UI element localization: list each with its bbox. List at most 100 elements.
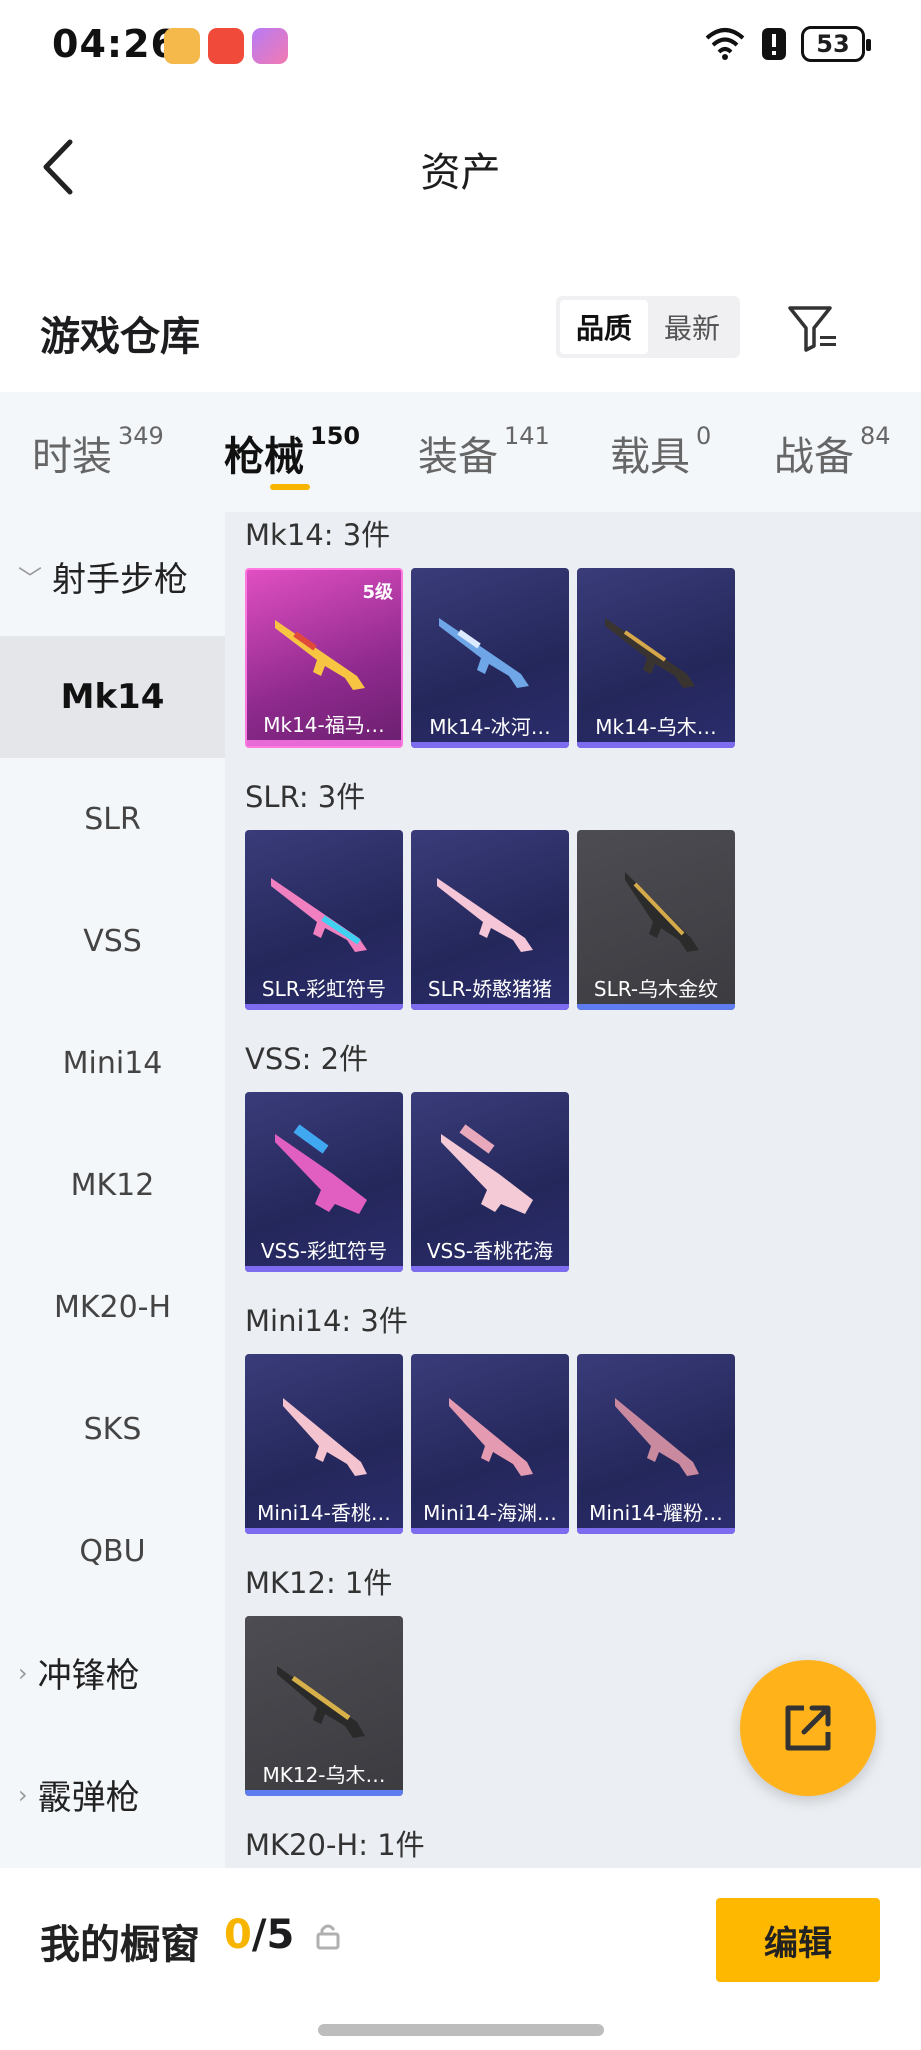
sidebar-item-slr[interactable]: SLR: [0, 758, 225, 880]
sort-newest[interactable]: 最新: [648, 300, 736, 354]
sort-quality[interactable]: 品质: [560, 300, 648, 354]
rarity-bar: [245, 1528, 403, 1534]
alert-icon: [762, 28, 786, 60]
wifi-icon: [705, 28, 745, 60]
tab-fashion[interactable]: 时装 349: [32, 422, 164, 482]
tab-label: 战备: [774, 434, 854, 480]
sort-toggle: 品质 最新: [556, 296, 740, 358]
category-tabs: 时装 349 枪械 150 装备 141 载具 0 战备 84: [0, 392, 921, 512]
rarity-bar: [245, 1790, 403, 1796]
section-label-slr: SLR: 3件: [245, 780, 366, 814]
sidebar-item-mk14[interactable]: Mk14: [0, 636, 225, 758]
tab-active-indicator: [270, 484, 310, 490]
weapon-name: Mk14-福马…: [263, 713, 385, 737]
rifle-icon: [625, 872, 699, 952]
weapon-card[interactable]: Mini14-海渊…: [411, 1354, 569, 1534]
weapon-card[interactable]: VSS-香桃花海: [411, 1092, 569, 1272]
rifle-icon: [275, 1124, 367, 1214]
level-badge: 5级: [362, 582, 393, 603]
home-indicator[interactable]: [318, 2024, 604, 2036]
weapon-card[interactable]: SLR-乌木金纹: [577, 830, 735, 1010]
warehouse-header: 游戏仓库 品质 最新: [0, 280, 921, 380]
weapon-card[interactable]: VSS-彩虹符号: [245, 1092, 403, 1272]
weapon-name: Mini14-耀粉…: [589, 1501, 723, 1525]
weapon-name: MK12-乌木…: [262, 1763, 386, 1787]
sidebar-group-label: 冲锋枪: [37, 1656, 140, 1696]
section-label-mini14: Mini14: 3件: [245, 1304, 408, 1338]
showcase-bar: 我的橱窗 0/5 编辑: [0, 1868, 921, 2050]
rifle-icon: [605, 618, 695, 688]
sidebar-item-mk12[interactable]: MK12: [0, 1124, 225, 1246]
weapon-card[interactable]: 5级 Mk14-福马…: [245, 568, 403, 748]
nav-bar: 资产: [0, 100, 921, 230]
tab-count: 84: [860, 422, 891, 450]
share-icon: [785, 1705, 831, 1751]
weapon-card[interactable]: SLR-娇憨猪猪: [411, 830, 569, 1010]
tab-count: 349: [118, 422, 164, 450]
sidebar-group-marksman[interactable]: ﹀ 射手步枪: [18, 552, 188, 601]
weapon-card[interactable]: Mk14-冰河…: [411, 568, 569, 748]
filter-icon[interactable]: [786, 302, 840, 356]
sidebar-group-label: 射手步枪: [52, 560, 188, 600]
section-label-vss: VSS: 2件: [245, 1042, 369, 1076]
video-app-icon: [208, 28, 244, 64]
tab-label: 枪械: [224, 434, 304, 480]
rifle-icon: [441, 1124, 533, 1214]
sidebar-group-label: 霰弹枪: [37, 1778, 140, 1818]
rifle-icon: [283, 1398, 367, 1476]
tab-count: 141: [504, 422, 550, 450]
weapon-name: Mk14-乌木…: [595, 715, 717, 739]
tab-supplies[interactable]: 战备 84: [774, 422, 891, 482]
status-bar: 04:26 53: [0, 0, 921, 100]
sidebar-item-qbu[interactable]: QBU: [0, 1490, 225, 1612]
weapon-card[interactable]: Mk14-乌木…: [577, 568, 735, 748]
rifle-icon: [277, 1666, 365, 1738]
edit-button[interactable]: 编辑: [716, 1898, 880, 1982]
chevron-right-icon: ›: [18, 1780, 28, 1809]
sidebar-item-sks[interactable]: SKS: [0, 1368, 225, 1490]
weapon-name: Mini14-香桃…: [257, 1501, 391, 1525]
section-label-mk12: MK12: 1件: [245, 1566, 393, 1600]
rifle-icon: [615, 1398, 699, 1476]
rarity-bar: [245, 1004, 403, 1010]
rarity-bar: [577, 1528, 735, 1534]
rarity-bar: [247, 740, 401, 746]
rifle-icon: [275, 620, 365, 690]
weapon-card[interactable]: Mini14-耀粉…: [577, 1354, 735, 1534]
chevron-down-icon: ﹀: [18, 565, 42, 593]
weapon-card[interactable]: MK12-乌木…: [245, 1616, 403, 1796]
status-indicators: 53: [703, 26, 871, 62]
tab-vehicles[interactable]: 载具 0: [610, 422, 711, 482]
sidebar-item-vss[interactable]: VSS: [0, 880, 225, 1002]
tab-equipment[interactable]: 装备 141: [418, 422, 550, 482]
page-title: 资产: [420, 150, 501, 196]
showcase-total: /5: [251, 1912, 295, 1958]
rifle-icon: [437, 878, 533, 952]
rarity-bar: [577, 1004, 735, 1010]
weapon-name: SLR-娇憨猪猪: [427, 977, 553, 1001]
weapon-card[interactable]: Mini14-香桃…: [245, 1354, 403, 1534]
sidebar-item-mini14[interactable]: Mini14: [0, 1002, 225, 1124]
sidebar-item-mk20h[interactable]: MK20-H: [0, 1246, 225, 1368]
section-label-mk20h: MK20-H: 1件: [245, 1828, 425, 1862]
showcase-current: 0: [224, 1912, 252, 1958]
weapon-name: Mk14-冰河…: [429, 715, 551, 739]
rifle-icon: [439, 618, 529, 688]
weapon-name: VSS-香桃花海: [426, 1239, 554, 1263]
tab-label: 装备: [418, 434, 498, 480]
rarity-bar: [577, 742, 735, 748]
lock-icon: [316, 1924, 340, 1950]
rarity-bar: [411, 1528, 569, 1534]
game-app-icon: [164, 28, 200, 64]
store-app-icon: [252, 28, 288, 64]
weapon-card[interactable]: SLR-彩虹符号: [245, 830, 403, 1010]
weapon-name: SLR-乌木金纹: [593, 977, 719, 1001]
chevron-right-icon: ›: [18, 1658, 28, 1687]
sidebar-group-shotgun[interactable]: › 霰弹枪: [18, 1770, 140, 1819]
sidebar-group-smg[interactable]: › 冲锋枪: [18, 1648, 140, 1697]
share-button[interactable]: [740, 1660, 876, 1796]
weapon-name: SLR-彩虹符号: [261, 977, 387, 1001]
rarity-bar: [245, 1266, 403, 1272]
status-time: 04:26: [52, 22, 178, 66]
tab-firearms[interactable]: 枪械 150: [224, 422, 360, 482]
